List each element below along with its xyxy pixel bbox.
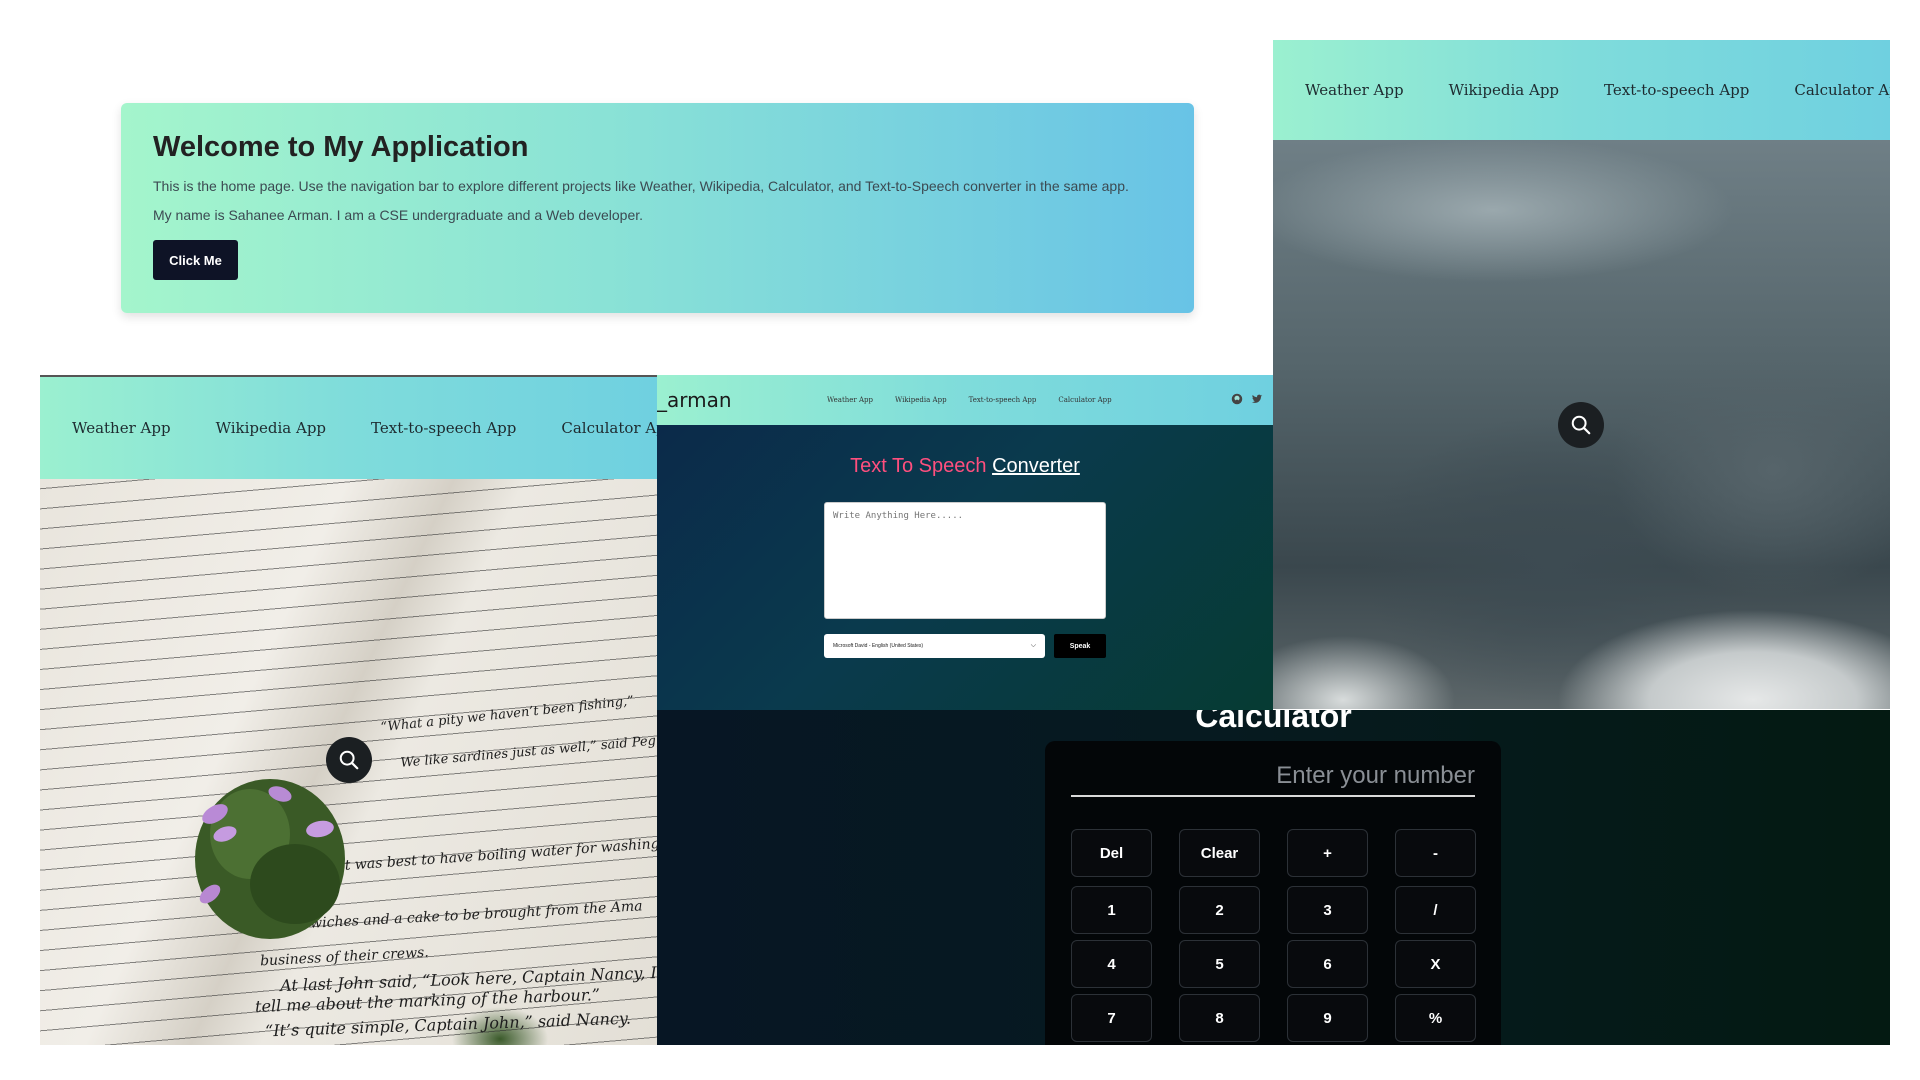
calc-button-clear[interactable]: Clear <box>1179 829 1260 877</box>
calc-button-plus[interactable]: + <box>1287 829 1368 877</box>
weather-search-button[interactable] <box>1558 402 1604 448</box>
home-card: Welcome to My Application This is the ho… <box>121 103 1194 313</box>
search-icon <box>339 750 359 770</box>
nav-text-to-speech-app[interactable]: Text-to-speech App <box>1604 81 1749 99</box>
nav-wikipedia-app[interactable]: Wikipedia App <box>216 419 326 437</box>
tts-nav-weather-app[interactable]: Weather App <box>827 396 873 404</box>
tts-nav-wikipedia-app[interactable]: Wikipedia App <box>895 396 947 404</box>
calc-button-7[interactable]: 7 <box>1071 994 1152 1042</box>
calc-button-6[interactable]: 6 <box>1287 940 1368 988</box>
calc-button-2[interactable]: 2 <box>1179 886 1260 934</box>
chevron-down-icon: ⌵ <box>1030 642 1036 649</box>
nav-text-to-speech-app[interactable]: Text-to-speech App <box>371 419 516 437</box>
calculator-title: Calculator <box>1195 710 1352 734</box>
tts-nav-text-to-speech-app[interactable]: Text-to-speech App <box>969 396 1037 404</box>
calculator-display-input[interactable]: Enter your number <box>1071 755 1475 797</box>
calc-button-divide[interactable]: / <box>1395 886 1476 934</box>
text-to-speech-panel: _arman Weather App Wikipedia App Text-to… <box>657 375 1273 710</box>
calc-button-8[interactable]: 8 <box>1179 994 1260 1042</box>
tts-logo[interactable]: _arman <box>657 388 827 412</box>
calculator-panel: Calculator Enter your number Del Clear +… <box>657 710 1890 1045</box>
wikipedia-navbar: Weather App Wikipedia App Text-to-speech… <box>40 377 657 479</box>
tts-title-part1: Text To Speech <box>850 455 987 477</box>
nav-calculator-app[interactable]: Calculator App <box>561 419 657 437</box>
nav-wikipedia-app[interactable]: Wikipedia App <box>1449 81 1559 99</box>
nav-weather-app[interactable]: Weather App <box>72 419 171 437</box>
search-icon <box>1571 415 1591 435</box>
click-me-button[interactable]: Click Me <box>153 240 238 280</box>
home-description: This is the home page. Use the navigatio… <box>153 178 1129 194</box>
voice-select-value: Microsoft David - English (United States… <box>833 643 924 649</box>
calc-button-del[interactable]: Del <box>1071 829 1152 877</box>
calc-button-minus[interactable]: - <box>1395 829 1476 877</box>
calc-button-4[interactable]: 4 <box>1071 940 1152 988</box>
wikipedia-app-panel: Weather App Wikipedia App Text-to-speech… <box>40 375 657 1045</box>
calc-button-multiply[interactable]: X <box>1395 940 1476 988</box>
wikipedia-search-button[interactable] <box>326 737 372 783</box>
calculator-body: Enter your number Del Clear + - 1 2 3 / … <box>1045 741 1501 1045</box>
calc-button-percent[interactable]: % <box>1395 994 1476 1042</box>
github-icon[interactable] <box>1231 393 1243 405</box>
weather-app-panel: Weather App Wikipedia App Text-to-speech… <box>1273 40 1890 709</box>
speak-button[interactable]: Speak <box>1054 634 1106 658</box>
tts-title: Text To Speech Converter <box>657 455 1273 478</box>
calc-button-3[interactable]: 3 <box>1287 886 1368 934</box>
home-about: My name is Sahanee Arman. I am a CSE und… <box>153 207 644 223</box>
calc-button-5[interactable]: 5 <box>1179 940 1260 988</box>
tts-nav-calculator-app[interactable]: Calculator App <box>1058 396 1111 404</box>
tts-navbar: _arman Weather App Wikipedia App Text-to… <box>657 375 1273 425</box>
weather-navbar: Weather App Wikipedia App Text-to-speech… <box>1273 40 1890 140</box>
nav-calculator-app[interactable]: Calculator App <box>1794 81 1890 99</box>
twitter-icon[interactable] <box>1251 393 1263 405</box>
tts-text-input[interactable] <box>824 502 1106 619</box>
calc-button-9[interactable]: 9 <box>1287 994 1368 1042</box>
tts-body: Text To Speech Converter Microsoft David… <box>657 425 1273 710</box>
calc-button-1[interactable]: 1 <box>1071 886 1152 934</box>
tts-social-icons <box>1231 393 1263 405</box>
home-title: Welcome to My Application <box>153 131 529 163</box>
nav-weather-app[interactable]: Weather App <box>1305 81 1404 99</box>
tts-title-part2: Converter <box>992 455 1080 477</box>
voice-select[interactable]: Microsoft David - English (United States… <box>824 634 1045 658</box>
